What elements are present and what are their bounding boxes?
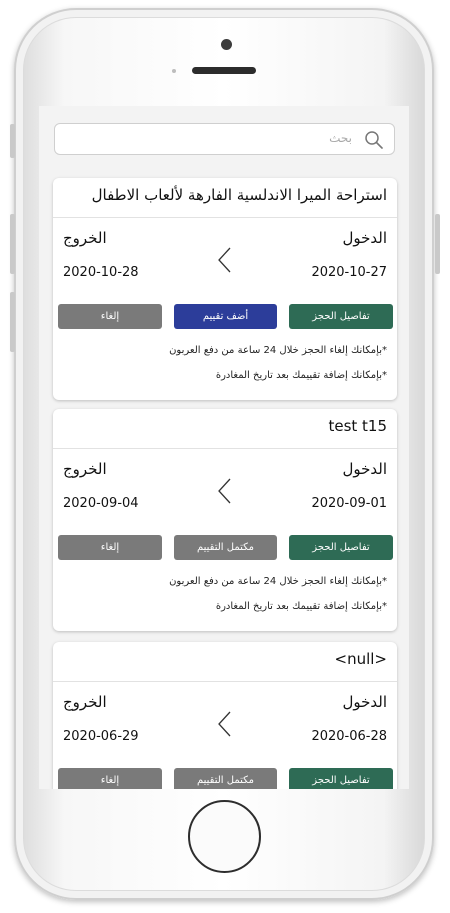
checkin-date: 2020-09-01 <box>311 496 387 511</box>
checkout-label: الخروج <box>63 229 107 247</box>
volume-up-button <box>10 214 15 274</box>
card-divider <box>53 217 397 218</box>
booking-details-button[interactable]: تفاصيل الحجز <box>289 304 393 329</box>
power-button <box>435 214 440 274</box>
rating-completed-button: مكتمل التقييم <box>174 768 277 789</box>
rating-completed-button: مكتمل التقييم <box>174 535 277 560</box>
cancel-booking-button[interactable]: إلغاء <box>58 768 162 789</box>
home-button[interactable] <box>188 800 261 873</box>
booking-card: استراحة الميرا الاندلسية الفارهة لألعاب … <box>53 178 397 400</box>
booking-details-button[interactable]: تفاصيل الحجز <box>289 535 393 560</box>
cancel-note: *بإمكانك إلغاء الحجز خلال 24 ساعة من دفع… <box>169 345 387 356</box>
search-input[interactable] <box>90 130 354 146</box>
search-bar[interactable] <box>54 123 395 155</box>
earpiece-speaker <box>192 67 256 74</box>
property-title: test t15 <box>328 417 387 435</box>
booking-card: <null> الدخول الخروج 2020-06-28 2020-06-… <box>53 642 397 789</box>
rating-note: *بإمكانك إضافة تقييمك بعد تاريخ المغادرة <box>215 601 387 612</box>
property-title: استراحة الميرا الاندلسية الفارهة لألعاب … <box>91 186 387 204</box>
booking-details-button[interactable]: تفاصيل الحجز <box>289 768 393 789</box>
silent-switch <box>10 124 15 158</box>
checkout-label: الخروج <box>63 693 107 711</box>
checkin-label: الدخول <box>342 229 387 247</box>
chevron-left-icon <box>218 247 231 273</box>
proximity-sensor <box>172 69 176 73</box>
cancel-note: *بإمكانك إلغاء الحجز خلال 24 ساعة من دفع… <box>169 576 387 587</box>
cancel-booking-button[interactable]: إلغاء <box>58 304 162 329</box>
checkin-date: 2020-10-27 <box>311 265 387 280</box>
front-camera <box>221 39 232 50</box>
checkout-date: 2020-09-04 <box>63 496 139 511</box>
rating-note: *بإمكانك إضافة تقييمك بعد تاريخ المغادرة <box>215 370 387 381</box>
cancel-booking-button[interactable]: إلغاء <box>58 535 162 560</box>
checkin-label: الدخول <box>342 693 387 711</box>
checkin-date: 2020-06-28 <box>311 729 387 744</box>
volume-down-button <box>10 292 15 352</box>
chevron-left-icon <box>218 478 231 504</box>
checkout-date: 2020-06-29 <box>63 729 139 744</box>
search-icon[interactable] <box>364 130 384 150</box>
card-divider <box>53 681 397 682</box>
property-title: <null> <box>334 650 387 668</box>
add-rating-button[interactable]: أضف تقييم <box>174 304 277 329</box>
chevron-left-icon <box>218 711 231 737</box>
checkout-label: الخروج <box>63 460 107 478</box>
app-screen: استراحة الميرا الاندلسية الفارهة لألعاب … <box>39 106 409 789</box>
booking-card: test t15 الدخول الخروج 2020-09-01 2020-0… <box>53 409 397 631</box>
card-divider <box>53 448 397 449</box>
checkin-label: الدخول <box>342 460 387 478</box>
checkout-date: 2020-10-28 <box>63 265 139 280</box>
